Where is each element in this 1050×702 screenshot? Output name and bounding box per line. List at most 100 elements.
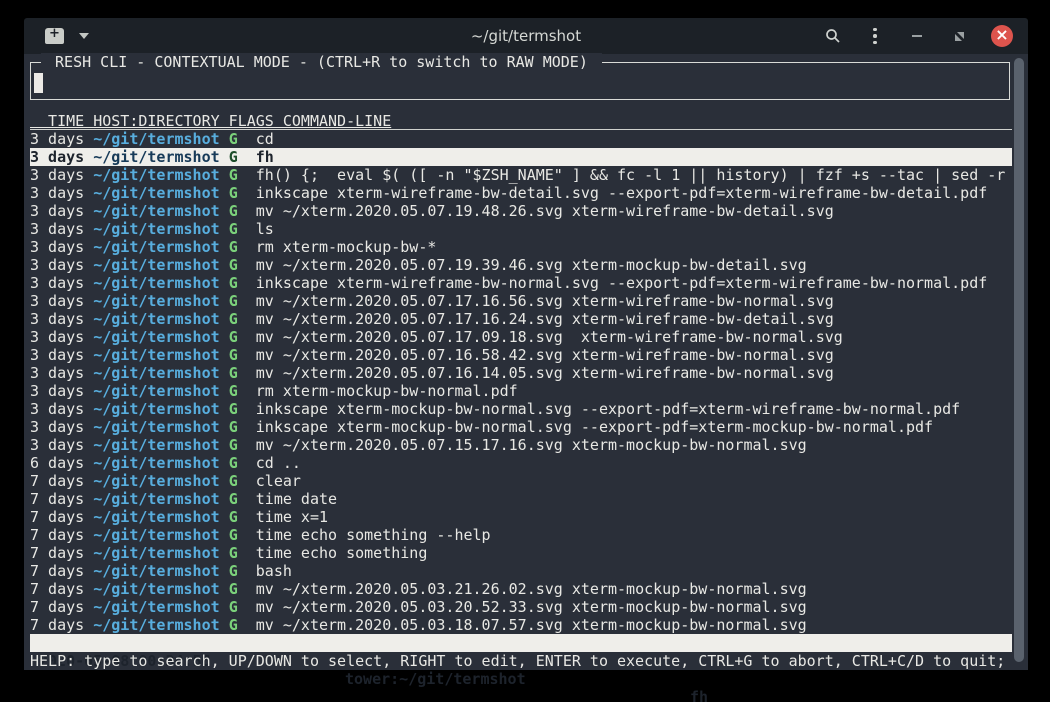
table-row[interactable]: 3 days ~/git/termshot G rm xterm-mockup-… [30, 238, 1012, 256]
row-time: 7 days [30, 598, 84, 616]
row-command: cd .. [256, 454, 301, 472]
row-host-directory: ~/git/termshot [93, 544, 219, 562]
row-flags: G [229, 328, 238, 346]
restore-button[interactable] [949, 25, 969, 47]
row-flags: G [229, 202, 238, 220]
row-command: mv ~/xterm.2020.05.03.18.07.57.svg xterm… [256, 616, 807, 634]
row-time: 3 days [30, 400, 84, 418]
table-row[interactable]: 3 days ~/git/termshot G mv ~/xterm.2020.… [30, 202, 1012, 220]
row-host-directory: ~/git/termshot [93, 418, 219, 436]
table-row[interactable]: 3 days ~/git/termshot G inkscape xterm-m… [30, 400, 1012, 418]
table-row[interactable]: 7 days ~/git/termshot G clear [30, 472, 1012, 490]
row-host-directory: ~/git/termshot [93, 346, 219, 364]
table-row[interactable]: 3 days ~/git/termshot G mv ~/xterm.2020.… [30, 328, 1012, 346]
row-command: mv ~/xterm.2020.05.07.16.58.42.svg xterm… [256, 346, 834, 364]
table-row[interactable]: 7 days ~/git/termshot G time date [30, 490, 1012, 508]
row-host-directory: ~/git/termshot [93, 202, 219, 220]
table-row[interactable]: 3 days ~/git/termshot G mv ~/xterm.2020.… [30, 310, 1012, 328]
row-time: 3 days [30, 238, 84, 256]
row-flags: G [229, 400, 238, 418]
row-time: 7 days [30, 490, 84, 508]
table-row[interactable]: 3 days ~/git/termshot G fh [30, 148, 1012, 166]
row-command: mv ~/xterm.2020.05.03.20.52.33.svg xterm… [256, 598, 807, 616]
row-flags: G [229, 364, 238, 382]
row-flags: G [229, 148, 238, 166]
row-time: 7 days [30, 580, 84, 598]
row-host-directory: ~/git/termshot [93, 472, 219, 490]
table-row[interactable]: 3 days ~/git/termshot G mv ~/xterm.2020.… [30, 436, 1012, 454]
search-icon[interactable] [823, 25, 843, 47]
terminal-window: ~/git/termshot [24, 18, 1028, 670]
table-row[interactable]: 7 days ~/git/termshot G time echo someth… [30, 544, 1012, 562]
row-host-directory: ~/git/termshot [93, 238, 219, 256]
row-host-directory: ~/git/termshot [93, 454, 219, 472]
row-command: rm xterm-mockup-bw-normal.pdf [256, 382, 518, 400]
row-time: 6 days [30, 454, 84, 472]
row-command: fh() {; eval $( ([ -n "$ZSH_NAME" ] && f… [256, 166, 1006, 184]
row-host-directory: ~/git/termshot [93, 382, 219, 400]
row-flags: G [229, 310, 238, 328]
row-command: mv ~/xterm.2020.05.07.19.39.46.svg xterm… [256, 256, 807, 274]
close-button[interactable] [991, 25, 1013, 47]
row-command: inkscape xterm-wireframe-bw-normal.svg -… [256, 274, 988, 292]
row-time: 3 days [30, 184, 84, 202]
status-bar: 2020-05-08 00:34:56 tower:~/git/termshot… [30, 634, 1012, 652]
row-flags: G [229, 166, 238, 184]
table-row[interactable]: 3 days ~/git/termshot G cd [30, 130, 1012, 148]
row-command: mv ~/xterm.2020.05.07.17.16.56.svg xterm… [256, 292, 834, 310]
row-command: mv ~/xterm.2020.05.03.21.26.02.svg xterm… [256, 580, 807, 598]
row-flags: G [229, 130, 238, 148]
table-row[interactable]: 3 days ~/git/termshot G inkscape xterm-w… [30, 274, 1012, 292]
table-header: TIME HOST:DIRECTORY FLAGS COMMAND-LINE [30, 112, 1012, 130]
table-row[interactable]: 7 days ~/git/termshot G time echo someth… [30, 526, 1012, 544]
row-command: time x=1 [256, 508, 328, 526]
row-flags: G [229, 292, 238, 310]
table-row[interactable]: 3 days ~/git/termshot G inkscape xterm-m… [30, 418, 1012, 436]
table-row[interactable]: 3 days ~/git/termshot G ls [30, 220, 1012, 238]
row-command: rm xterm-mockup-bw-* [256, 238, 437, 256]
table-row[interactable]: 7 days ~/git/termshot G bash [30, 562, 1012, 580]
minimize-button[interactable] [907, 25, 927, 47]
table-row[interactable]: 6 days ~/git/termshot G cd .. [30, 454, 1012, 472]
row-time: 3 days [30, 220, 84, 238]
row-time: 3 days [30, 148, 84, 166]
scrollbar-thumb[interactable] [1014, 58, 1024, 662]
row-host-directory: ~/git/termshot [93, 580, 219, 598]
row-time: 3 days [30, 346, 84, 364]
row-flags: G [229, 256, 238, 274]
table-row[interactable]: 7 days ~/git/termshot G time x=1 [30, 508, 1012, 526]
row-command: mv ~/xterm.2020.05.07.19.48.26.svg xterm… [256, 202, 834, 220]
row-time: 3 days [30, 418, 84, 436]
table-row[interactable]: 3 days ~/git/termshot G rm xterm-mockup-… [30, 382, 1012, 400]
row-flags: G [229, 544, 238, 562]
scrollbar[interactable] [1012, 54, 1028, 670]
table-row[interactable]: 3 days ~/git/termshot G mv ~/xterm.2020.… [30, 346, 1012, 364]
titlebar-right [823, 25, 1013, 47]
row-command: mv ~/xterm.2020.05.07.17.16.24.svg xterm… [256, 310, 834, 328]
row-host-directory: ~/git/termshot [93, 400, 219, 418]
titlebar: ~/git/termshot [24, 18, 1028, 54]
table-row[interactable]: 7 days ~/git/termshot G mv ~/xterm.2020.… [30, 580, 1012, 598]
row-host-directory: ~/git/termshot [93, 328, 219, 346]
row-command: time date [256, 490, 337, 508]
kebab-dots [873, 28, 877, 45]
row-command: mv ~/xterm.2020.05.07.17.09.18.svg xterm… [256, 328, 843, 346]
table-row[interactable]: 7 days ~/git/termshot G mv ~/xterm.2020.… [30, 616, 1012, 634]
kebab-menu-icon[interactable] [865, 25, 885, 47]
minimize-icon [912, 35, 922, 37]
row-host-directory: ~/git/termshot [93, 508, 219, 526]
row-host-directory: ~/git/termshot [93, 184, 219, 202]
history-list: 3 days ~/git/termshot G cd3 days ~/git/t… [30, 130, 1012, 634]
row-command: inkscape xterm-mockup-bw-normal.svg --ex… [256, 418, 933, 436]
table-row[interactable]: 7 days ~/git/termshot G mv ~/xterm.2020.… [30, 598, 1012, 616]
row-flags: G [229, 490, 238, 508]
table-row[interactable]: 3 days ~/git/termshot G mv ~/xterm.2020.… [30, 292, 1012, 310]
table-row[interactable]: 3 days ~/git/termshot G inkscape xterm-w… [30, 184, 1012, 202]
row-time: 7 days [30, 526, 84, 544]
row-flags: G [229, 598, 238, 616]
search-box[interactable]: RESH CLI - CONTEXTUAL MODE - (CTRL+R to … [30, 62, 1010, 100]
table-row[interactable]: 3 days ~/git/termshot G fh() {; eval $( … [30, 166, 1012, 184]
table-row[interactable]: 3 days ~/git/termshot G mv ~/xterm.2020.… [30, 256, 1012, 274]
table-row[interactable]: 3 days ~/git/termshot G mv ~/xterm.2020.… [30, 364, 1012, 382]
row-time: 3 days [30, 166, 84, 184]
